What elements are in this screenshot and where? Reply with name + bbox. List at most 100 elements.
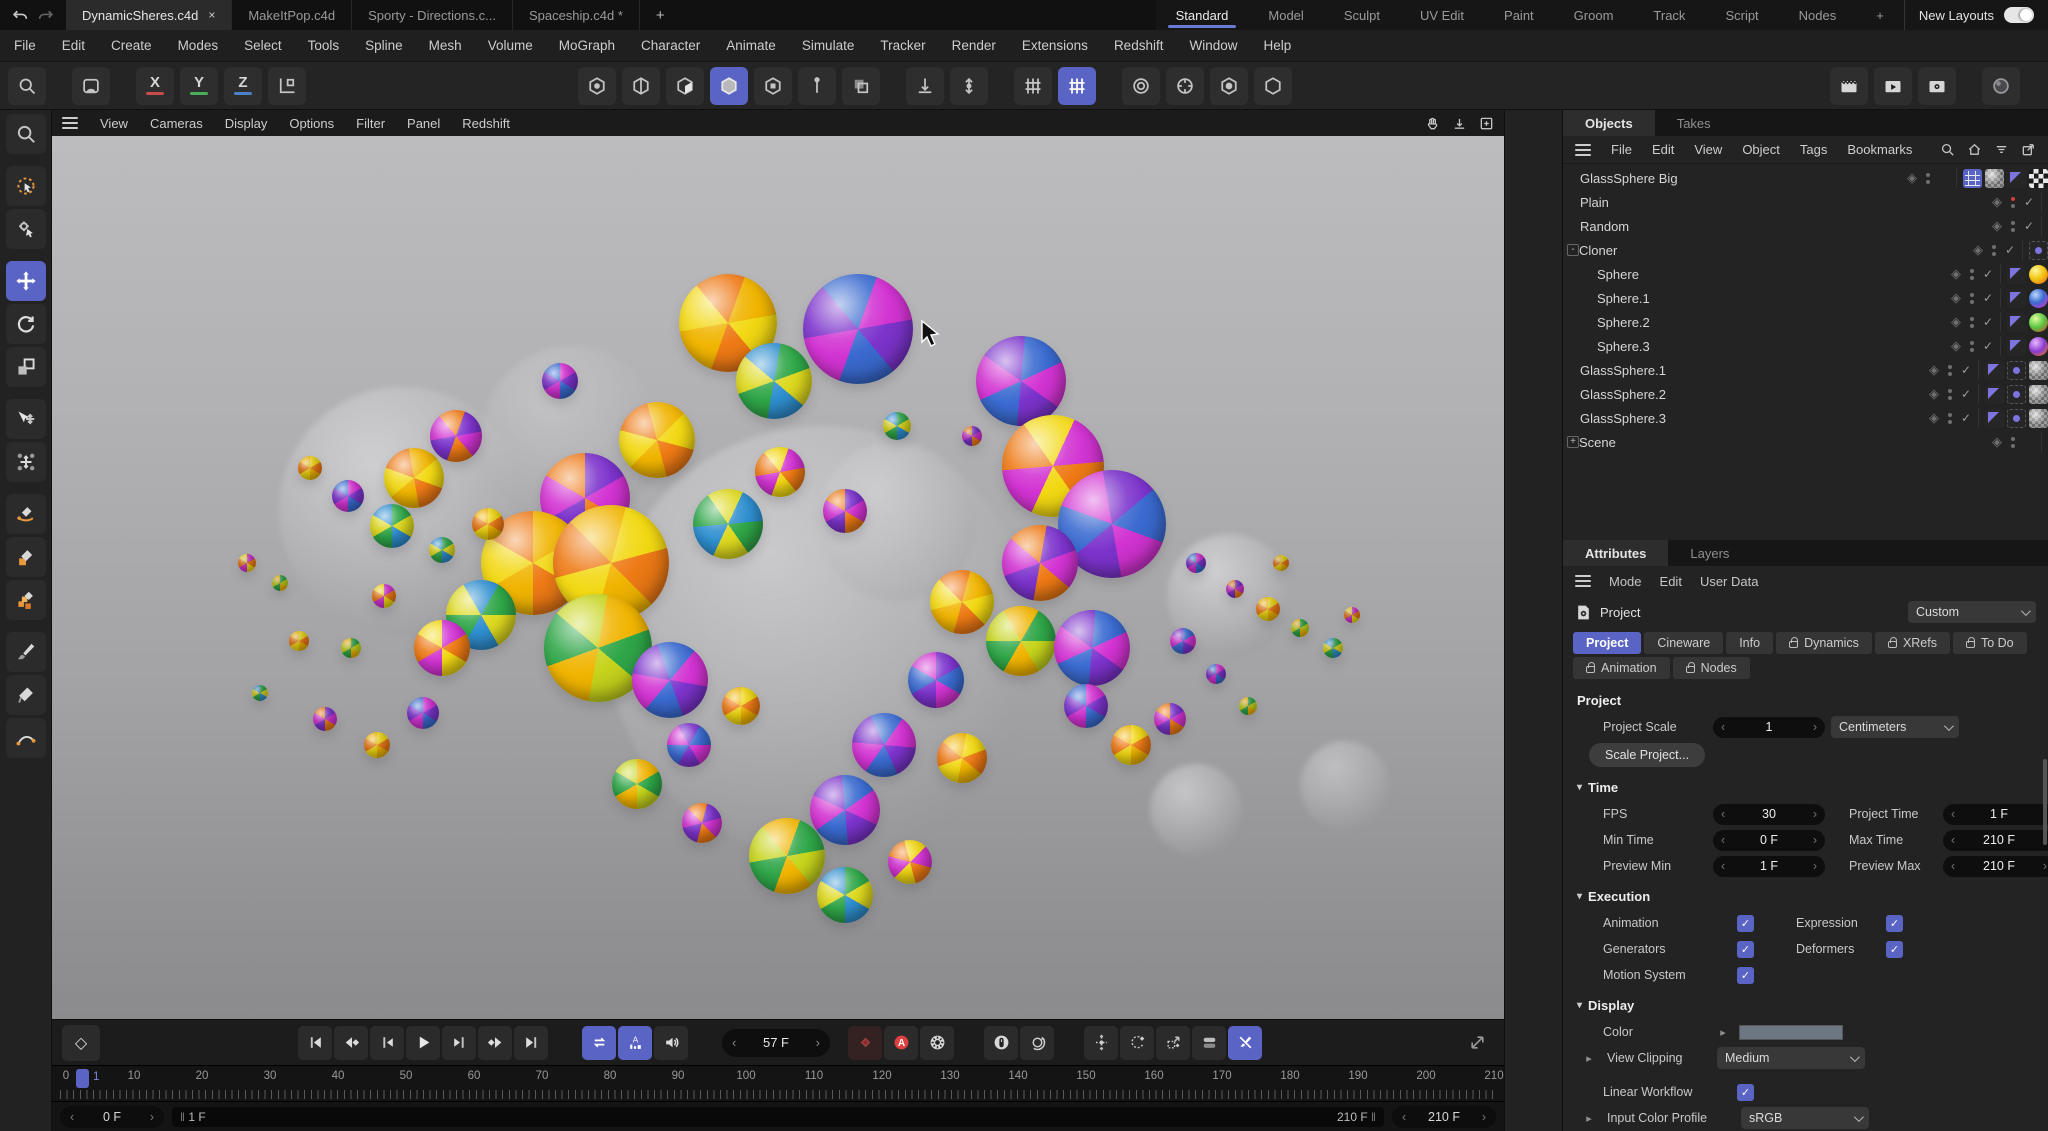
- tree-row-glasssphere-3[interactable]: GlassSphere.3◈✓: [1563, 406, 2048, 430]
- solo-single-button[interactable]: [1166, 67, 1204, 105]
- timeline-ruler[interactable]: 1 01020304050607080901001101201301401501…: [52, 1065, 1504, 1101]
- color-expand-icon[interactable]: ▸: [1713, 1026, 1733, 1039]
- sketch-tool[interactable]: [6, 537, 46, 577]
- tree-row-sphere[interactable]: Sphere◈✓: [1563, 262, 2048, 286]
- range-start-stepper[interactable]: ‹ 0 F ›: [60, 1106, 164, 1128]
- rotation-keys-button[interactable]: [1120, 1026, 1154, 1060]
- editor-visibility-dot[interactable]: [1948, 389, 1952, 393]
- doc-tab[interactable]: Spaceship.c4d *: [513, 0, 640, 30]
- visibility-dots[interactable]: [1944, 413, 1956, 424]
- close-tab-icon[interactable]: ×: [208, 8, 215, 22]
- range-in-handle[interactable]: ‖ 1 F: [180, 1110, 206, 1124]
- layer-stack-icon[interactable]: ◈: [1924, 410, 1944, 426]
- layout-tab-standard[interactable]: Standard: [1156, 0, 1249, 30]
- phong-tag[interactable]: [1985, 385, 2004, 404]
- visibility-dots[interactable]: [1966, 341, 1978, 352]
- axis-lock-x-button[interactable]: X: [136, 67, 174, 105]
- expand-toggle-icon[interactable]: +: [1567, 436, 1579, 448]
- phong-tag[interactable]: [2007, 337, 2026, 356]
- axis-lock-z-button[interactable]: Z: [224, 67, 262, 105]
- visibility-dots[interactable]: [1988, 245, 2000, 256]
- doc-tab[interactable]: Sporty - Directions.c...: [352, 0, 513, 30]
- menu-mograph[interactable]: MoGraph: [559, 38, 615, 53]
- menu-select[interactable]: Select: [244, 38, 282, 53]
- volume-pen-tool[interactable]: [6, 580, 46, 620]
- glass-tag[interactable]: [1985, 169, 2004, 188]
- menu-character[interactable]: Character: [641, 38, 700, 53]
- range-end-dec-icon[interactable]: ‹: [1402, 1110, 1406, 1124]
- phong-tag[interactable]: [1985, 361, 2004, 380]
- axis-lock-y-button[interactable]: Y: [180, 67, 218, 105]
- add-layout-button[interactable]: +: [1856, 0, 1904, 30]
- scale-keys-button[interactable]: [1156, 1026, 1190, 1060]
- attributes-menu-mode[interactable]: Mode: [1609, 574, 1642, 589]
- material-thumbnail[interactable]: [2029, 265, 2048, 284]
- attribute-tab-project[interactable]: Project: [1573, 632, 1641, 654]
- layer-stack-icon[interactable]: ◈: [1946, 338, 1966, 354]
- attribute-tab-xrefs[interactable]: XRefs: [1875, 632, 1950, 654]
- enabled-check-icon[interactable]: ✓: [1978, 315, 1998, 329]
- home-icon[interactable]: [1967, 142, 1982, 157]
- editor-visibility-dot[interactable]: [1948, 413, 1952, 417]
- editor-visibility-dot[interactable]: [1926, 173, 1930, 177]
- attributes-menu-edit[interactable]: Edit: [1660, 574, 1682, 589]
- scatter-tool[interactable]: [6, 442, 46, 482]
- mouse-record-button[interactable]: [984, 1026, 1018, 1060]
- layout-tab-uv-edit[interactable]: UV Edit: [1400, 0, 1484, 30]
- autokey-bars-button[interactable]: A: [618, 1026, 652, 1060]
- autokey-a-button[interactable]: A: [884, 1026, 918, 1060]
- frame-decrement-icon[interactable]: ‹: [732, 1035, 736, 1050]
- min-time-field[interactable]: ‹0 F›: [1713, 830, 1825, 851]
- resize-corner-button[interactable]: [1460, 1026, 1494, 1060]
- render-visibility-dot[interactable]: [1970, 300, 1974, 304]
- render-view-button[interactable]: [1830, 67, 1868, 105]
- edges-mode-button[interactable]: [622, 67, 660, 105]
- render-visibility-dot[interactable]: [1970, 276, 1974, 280]
- visibility-dots[interactable]: [2007, 437, 2019, 448]
- input-color-profile-dropdown[interactable]: sRGB: [1741, 1107, 1869, 1129]
- menu-spline[interactable]: Spline: [365, 38, 403, 53]
- range-end-stepper[interactable]: ‹ 210 F ›: [1392, 1106, 1496, 1128]
- enabled-check-icon[interactable]: ✓: [2000, 243, 2020, 257]
- points-mode-button[interactable]: [578, 67, 616, 105]
- layer-stack-icon[interactable]: ◈: [1968, 242, 1988, 258]
- enabled-check-icon[interactable]: ✓: [1978, 291, 1998, 305]
- glass-tag[interactable]: [2029, 385, 2048, 404]
- preview-min-field[interactable]: ‹1 F›: [1713, 856, 1825, 877]
- visibility-dots[interactable]: [1966, 269, 1978, 280]
- objects-menu-edit[interactable]: Edit: [1652, 142, 1674, 157]
- layer-stack-icon[interactable]: ◈: [1924, 362, 1944, 378]
- menu-tools[interactable]: Tools: [308, 38, 340, 53]
- cursor-move-tool[interactable]: [6, 399, 46, 439]
- attributes-scrollbar[interactable]: [2043, 759, 2047, 845]
- tree-row-glasssphere-big[interactable]: GlassSphere Big◈: [1563, 166, 2048, 190]
- enabled-check-icon[interactable]: ✓: [1978, 339, 1998, 353]
- bricks-tag[interactable]: [1963, 169, 1982, 188]
- model-mode-button[interactable]: [710, 67, 748, 105]
- glass-tag[interactable]: [2029, 361, 2048, 380]
- range-start-inc-icon[interactable]: ›: [150, 1110, 154, 1124]
- range-start-dec-icon[interactable]: ‹: [70, 1110, 74, 1124]
- viewport-menu-display[interactable]: Display: [225, 116, 268, 131]
- position-keys-button[interactable]: [1084, 1026, 1118, 1060]
- viewport-menu-panel[interactable]: Panel: [407, 116, 440, 131]
- move-tool[interactable]: [6, 261, 46, 301]
- layout-tab-nodes[interactable]: Nodes: [1779, 0, 1857, 30]
- previous-key-button[interactable]: [334, 1026, 368, 1060]
- enabled-check-icon[interactable]: ✓: [2019, 195, 2039, 209]
- timeline-playhead[interactable]: [76, 1069, 89, 1088]
- material-sphere-button[interactable]: [1982, 67, 2020, 105]
- tree-row-random[interactable]: Random◈✓: [1563, 214, 2048, 238]
- layer-stack-icon[interactable]: ◈: [1987, 194, 2007, 210]
- visibility-dots[interactable]: [1966, 293, 1978, 304]
- layer-stack-icon[interactable]: ◈: [1946, 314, 1966, 330]
- popout-icon[interactable]: [2021, 142, 2036, 157]
- next-frame-button[interactable]: [442, 1026, 476, 1060]
- tree-row-plain[interactable]: Plain◈✓: [1563, 190, 2048, 214]
- input-profile-expand-icon[interactable]: ▸: [1579, 1112, 1599, 1125]
- menu-render[interactable]: Render: [952, 38, 996, 53]
- search-icon[interactable]: [1940, 142, 1955, 157]
- menu-window[interactable]: Window: [1189, 38, 1237, 53]
- visibility-dots[interactable]: [2007, 221, 2019, 232]
- range-end-inc-icon[interactable]: ›: [1482, 1110, 1486, 1124]
